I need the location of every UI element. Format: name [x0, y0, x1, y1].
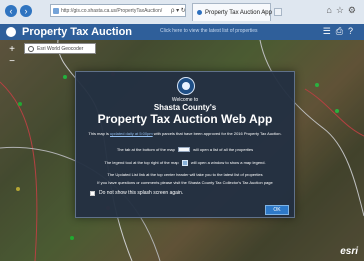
- legend-tip-prefix: The legend tool at the top right of the …: [104, 160, 179, 166]
- tab-close-icon[interactable]: ×: [262, 4, 266, 22]
- legend-tool-icon: [181, 160, 188, 166]
- app-title: Property Tax Auction: [22, 26, 133, 38]
- list-tab-icon: [178, 147, 190, 153]
- header-icons[interactable]: ☰⎙?: [323, 26, 358, 37]
- splash-title: Property Tax Auction Web App: [97, 112, 273, 126]
- browser-chrome: ‹ › http://gis.co.shasta.ca.us/PropertyT…: [0, 0, 364, 25]
- list-icon[interactable]: ☰: [323, 26, 336, 36]
- tab-favicon-icon: [197, 10, 202, 15]
- address-text: http://gis.co.shasta.ca.us/PropertyTaxAu…: [61, 8, 163, 14]
- new-tab-button[interactable]: [274, 8, 282, 16]
- county-logo-icon: [6, 27, 16, 37]
- forward-button[interactable]: ›: [20, 5, 32, 17]
- gear-icon[interactable]: ⚙: [348, 5, 360, 15]
- home-icon[interactable]: ⌂: [326, 5, 335, 15]
- update-suffix: with parcels that have been approved for…: [153, 131, 282, 136]
- splash-dialog: Welcome to Shasta County's Property Tax …: [75, 71, 295, 218]
- update-time-link[interactable]: updated daily at 5:00pm: [110, 131, 153, 136]
- update-prefix: This map is: [88, 131, 109, 136]
- ok-button[interactable]: OK: [265, 205, 289, 215]
- hide-splash-label: Do not show this splash screen again.: [99, 190, 184, 196]
- update-message: This map is updated daily at 5:00pm with…: [88, 131, 282, 136]
- county-seal-icon: [177, 77, 195, 95]
- county-text: Shasta County's: [153, 103, 217, 112]
- address-bar[interactable]: http://gis.co.shasta.ca.us/PropertyTaxAu…: [50, 4, 186, 17]
- updated-list-link[interactable]: Click here to view the latest list of pr…: [160, 28, 258, 34]
- property-list-tip: The tab at the bottom of the map will op…: [88, 147, 282, 153]
- legend-tip: The legend tool at the top right of the …: [88, 160, 282, 166]
- app-header: Property Tax Auction Click here to view …: [0, 24, 364, 40]
- esri-logo: esri: [340, 246, 358, 257]
- zoom-out-button[interactable]: −: [8, 57, 16, 67]
- browser-tab[interactable]: Property Tax Auction App ×: [192, 3, 272, 22]
- star-icon[interactable]: ☆: [336, 5, 348, 15]
- contact-tip: If you have questions or comments please…: [97, 180, 273, 185]
- legend-tip-suffix: will open a window to show a map legend.: [190, 160, 266, 166]
- address-tools[interactable]: ρ ▾ ↻: [171, 7, 186, 14]
- search-input[interactable]: Esri World Geocoder: [24, 43, 96, 54]
- back-button[interactable]: ‹: [5, 5, 17, 17]
- browser-tools[interactable]: ⌂☆⚙: [326, 5, 360, 16]
- updated-list-tip: The Updated List link at the top center …: [107, 172, 263, 177]
- search-icon: [28, 46, 34, 52]
- page-icon: [53, 8, 59, 14]
- zoom-in-button[interactable]: +: [8, 45, 16, 55]
- print-icon[interactable]: ⎙: [336, 26, 348, 36]
- list-tip-prefix: The tab at the bottom of the map: [116, 147, 175, 152]
- search-placeholder: Esri World Geocoder: [37, 46, 84, 52]
- list-tip-suffix: will open a list of all the properties: [193, 147, 254, 152]
- help-icon[interactable]: ?: [348, 26, 358, 36]
- hide-splash-checkbox[interactable]: [90, 191, 95, 196]
